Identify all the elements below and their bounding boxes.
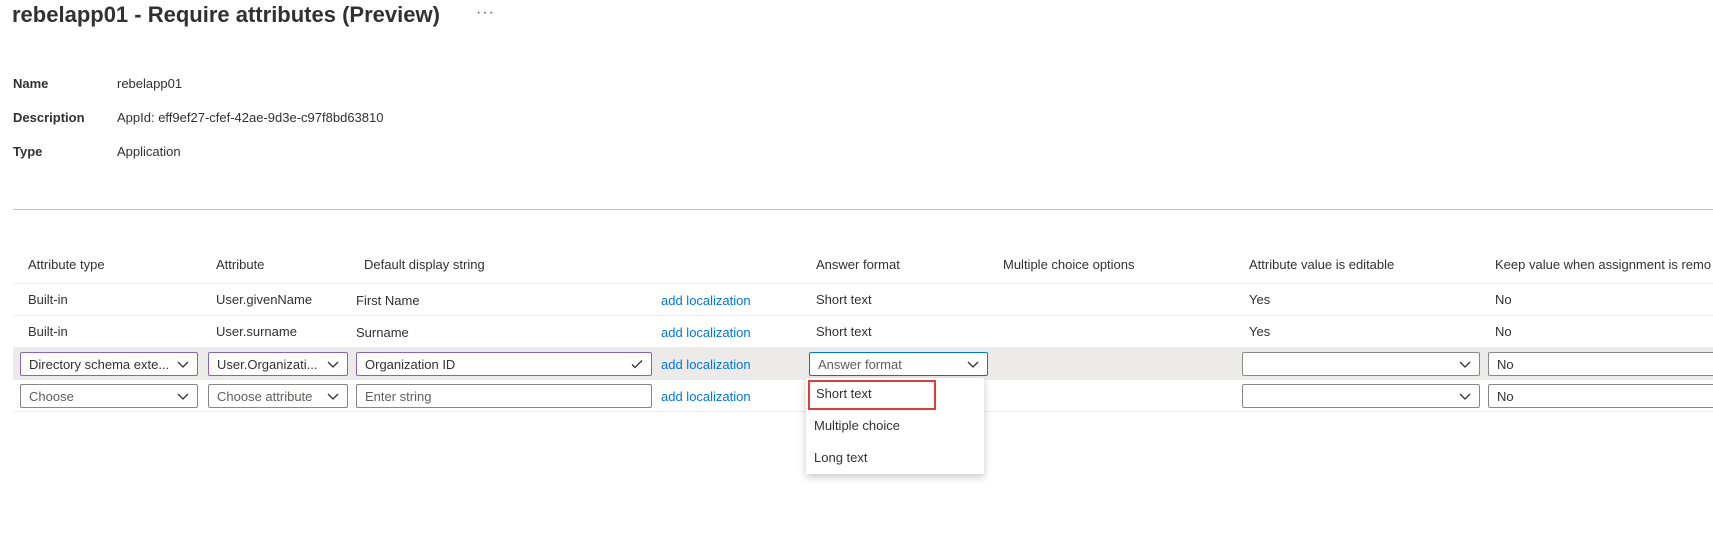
attribute-type-dropdown[interactable]: Directory schema exte... — [20, 352, 198, 376]
property-value: rebelapp01 — [117, 76, 183, 91]
answer-format-placeholder: Answer format — [818, 357, 902, 372]
add-localization-link[interactable]: add localization — [661, 293, 751, 308]
header-attribute-value-editable: Attribute value is editable — [1249, 257, 1395, 272]
keep-value-cell: No — [1495, 292, 1512, 307]
more-options-button[interactable]: ··· — [476, 4, 495, 22]
add-localization-link[interactable]: add localization — [661, 357, 751, 372]
chevron-down-icon — [1459, 393, 1471, 400]
attribute-value: User.Organizati... — [217, 357, 318, 372]
attribute-dropdown[interactable]: Choose attribute — [208, 384, 348, 408]
answer-format-cell: Short text — [816, 292, 872, 307]
chevron-down-icon — [327, 393, 339, 400]
keep-value-value: No — [1497, 389, 1514, 404]
attribute-type-value: Directory schema exte... — [29, 357, 170, 372]
header-multiple-choice-options: Multiple choice options — [1003, 257, 1135, 272]
editable-cell: Yes — [1249, 324, 1271, 339]
property-value: Application — [117, 144, 181, 159]
chevron-down-icon — [177, 361, 189, 368]
grid-header-row: Attribute type Attribute Default display… — [13, 250, 1713, 284]
header-answer-format: Answer format — [816, 257, 900, 272]
header-attribute: Attribute — [216, 257, 265, 272]
table-row-editing[interactable]: Directory schema exte... User.Organizati… — [13, 348, 1713, 380]
keep-value-cell: No — [1495, 324, 1512, 339]
answer-format-cell: Short text — [816, 324, 872, 339]
header-keep-value: Keep value when assignment is remo — [1495, 257, 1712, 272]
answer-format-menu: Short text Multiple choice Long text — [806, 378, 984, 474]
chevron-down-icon — [327, 361, 339, 368]
table-row[interactable]: Built-in User.givenName First Name add l… — [13, 284, 1713, 316]
chevron-down-icon — [1459, 361, 1471, 368]
attribute-type-cell: Built-in — [28, 292, 68, 307]
keep-value-dropdown[interactable]: No — [1488, 384, 1713, 408]
add-localization-link[interactable]: add localization — [661, 389, 751, 404]
menu-item-long-text[interactable]: Long text — [806, 444, 984, 474]
header-default-display-string: Default display string — [364, 257, 485, 272]
display-string-value: Organization ID — [365, 357, 456, 372]
keep-value-value: No — [1497, 357, 1514, 372]
display-string-cell: Surname — [356, 325, 409, 340]
property-key: Description — [13, 110, 85, 125]
attribute-cell: User.givenName — [216, 292, 313, 307]
editable-cell: Yes — [1249, 292, 1271, 307]
display-string-placeholder: Enter string — [365, 389, 432, 404]
attribute-type-cell: Built-in — [28, 324, 68, 339]
attribute-type-dropdown[interactable]: Choose — [20, 384, 198, 408]
chevron-down-icon — [967, 361, 979, 368]
display-string-input[interactable]: Organization ID — [356, 352, 652, 376]
checkmark-icon — [631, 360, 643, 369]
display-string-cell: First Name — [356, 293, 420, 308]
attribute-dropdown[interactable]: User.Organizati... — [208, 352, 348, 376]
editable-dropdown[interactable] — [1242, 384, 1480, 408]
display-string-input[interactable]: Enter string — [356, 384, 652, 408]
page-title: rebelapp01 - Require attributes (Preview… — [12, 2, 440, 27]
attribute-placeholder: Choose attribute — [217, 389, 313, 404]
property-key: Type — [13, 144, 43, 159]
property-key: Name — [13, 76, 49, 91]
header-attribute-type: Attribute type — [28, 257, 105, 272]
menu-item-short-text[interactable]: Short text — [808, 380, 936, 410]
keep-value-dropdown[interactable]: No — [1488, 352, 1713, 376]
attribute-cell: User.surname — [216, 324, 297, 339]
chevron-down-icon — [177, 393, 189, 400]
table-row[interactable]: Built-in User.surname Surname add locali… — [13, 316, 1713, 348]
section-divider — [13, 209, 1713, 210]
property-value: AppId: eff9ef27-cfef-42ae-9d3e-c97f8bd63… — [117, 110, 384, 125]
menu-item-multiple-choice[interactable]: Multiple choice — [806, 412, 984, 442]
answer-format-dropdown[interactable]: Answer format — [809, 352, 988, 376]
add-localization-link[interactable]: add localization — [661, 325, 751, 340]
attribute-type-placeholder: Choose — [29, 389, 74, 404]
editable-dropdown[interactable] — [1242, 352, 1480, 376]
